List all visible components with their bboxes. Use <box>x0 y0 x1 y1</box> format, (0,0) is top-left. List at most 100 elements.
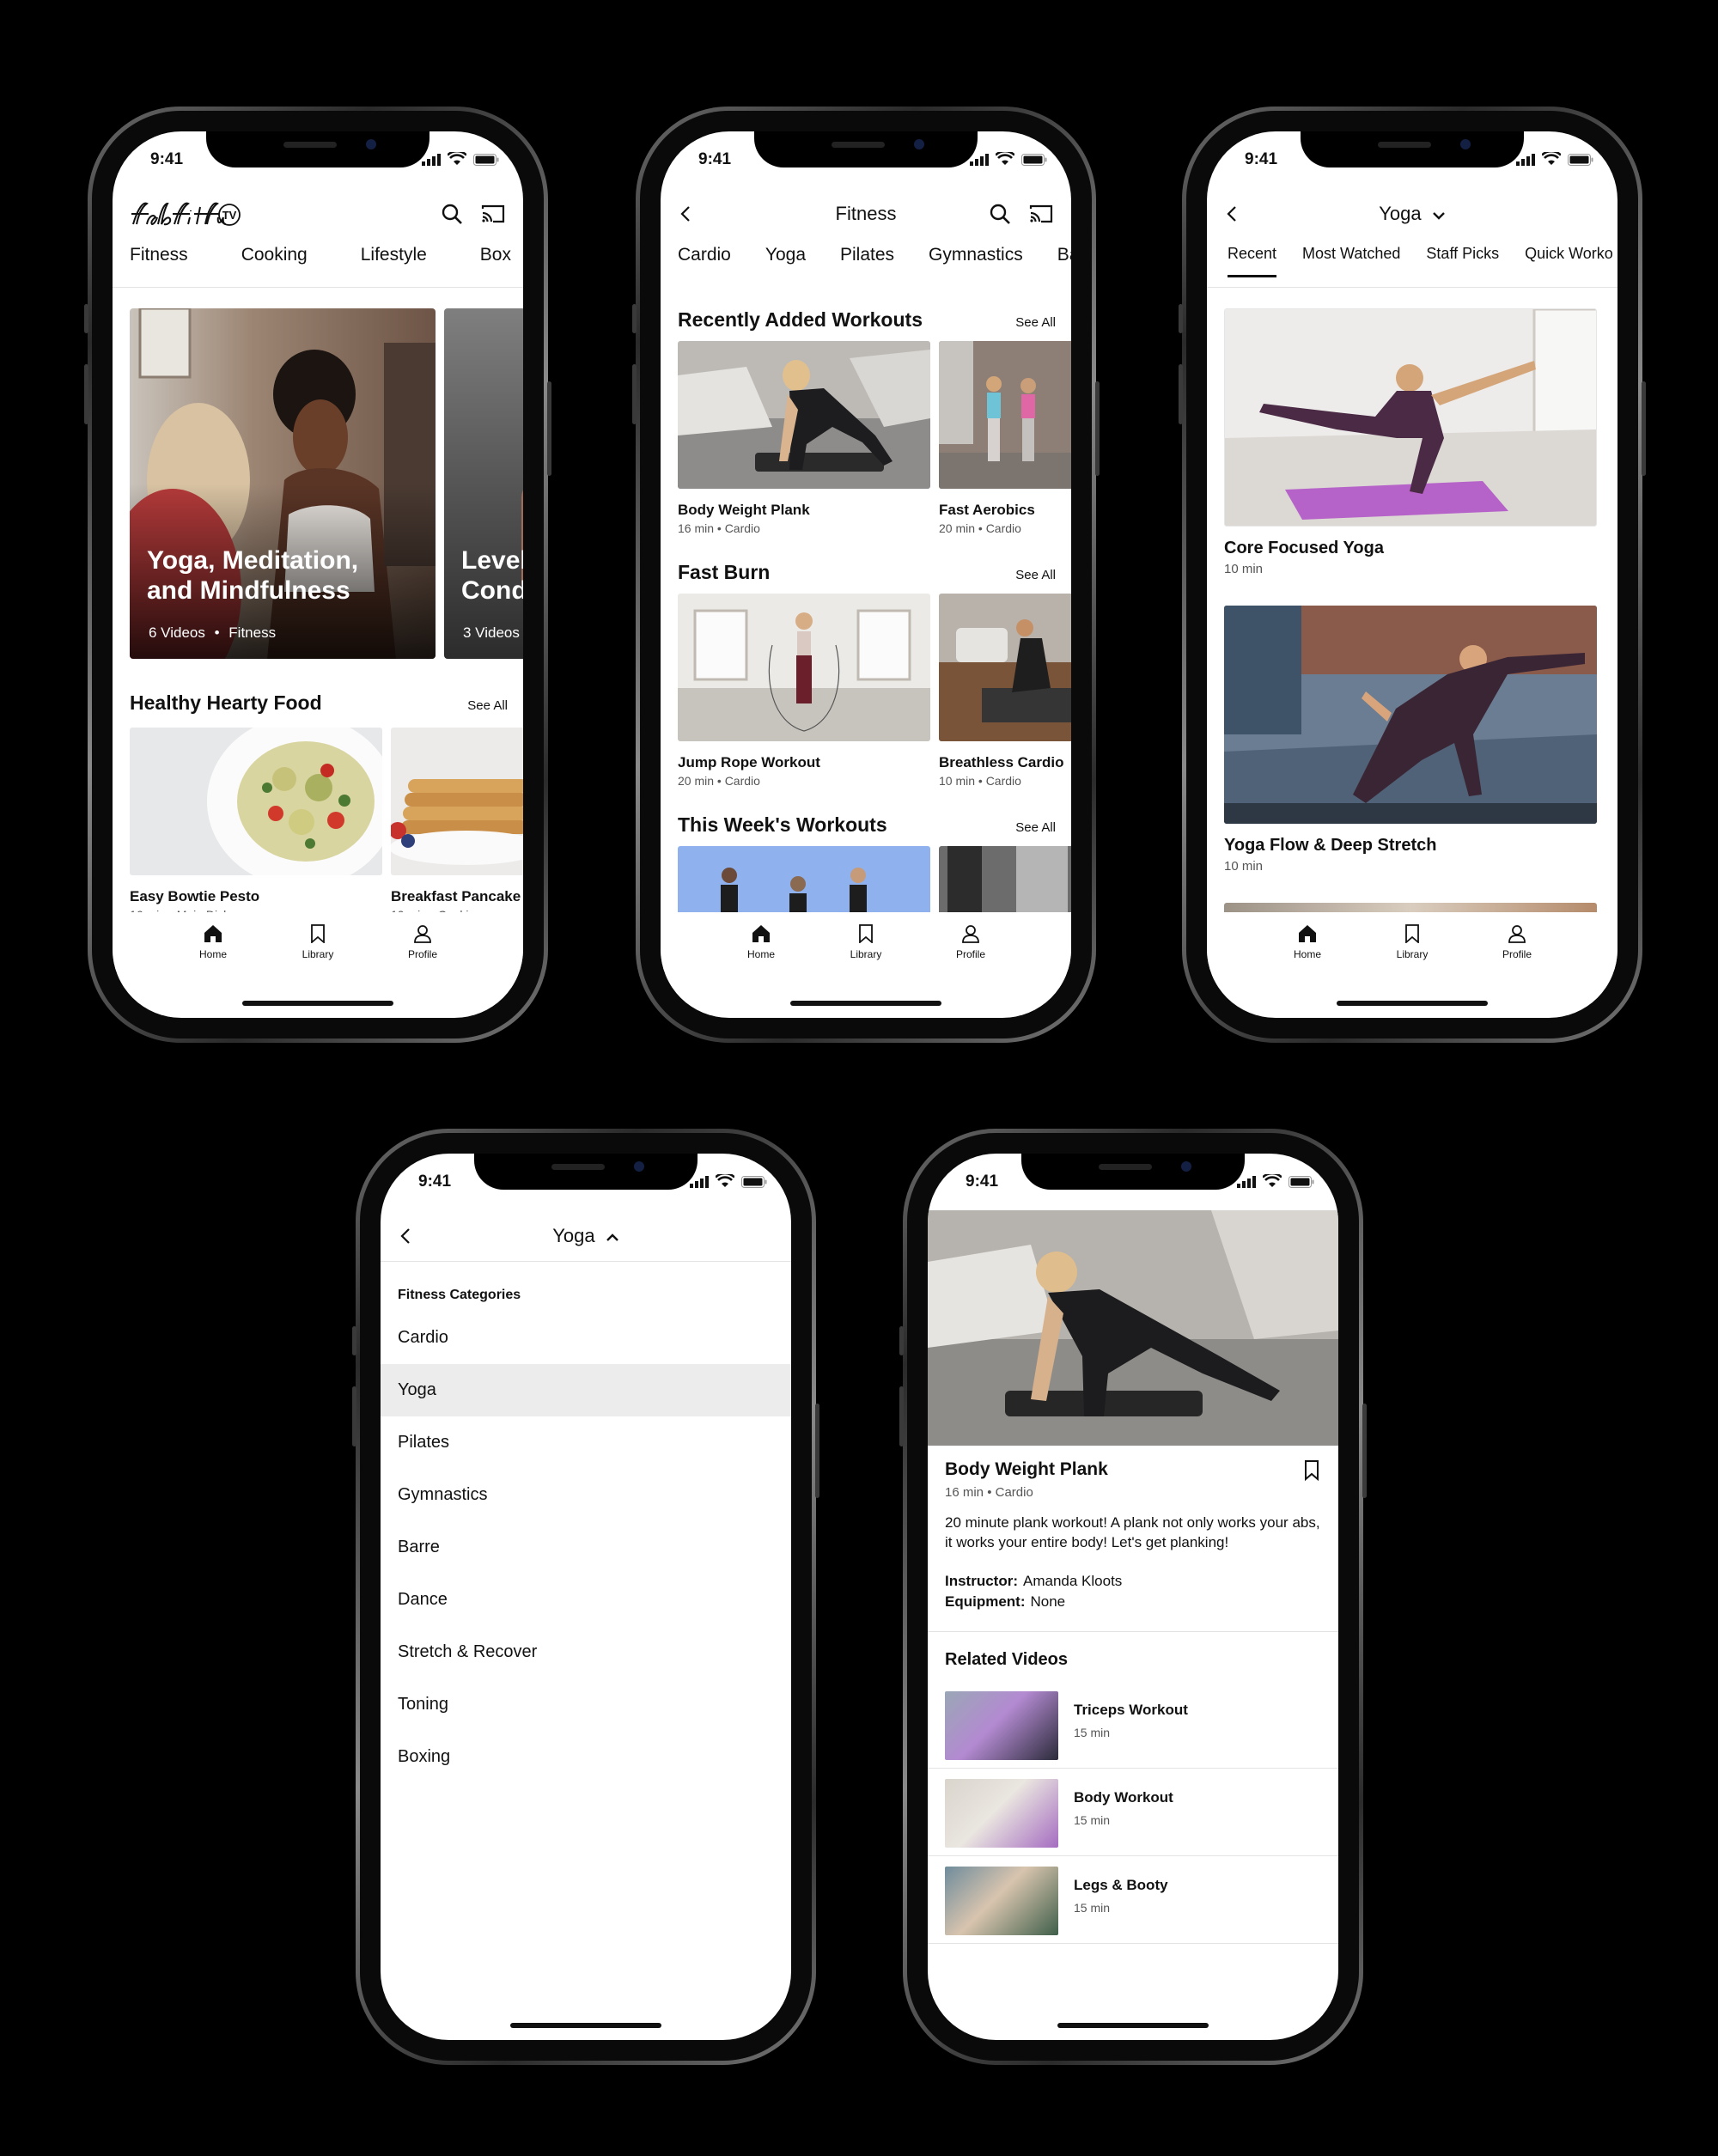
tab-home[interactable]: Home <box>1277 924 1337 960</box>
jump-rope-image <box>678 594 930 741</box>
hero-category: Fitness <box>228 624 277 641</box>
status-time: 9:41 <box>966 1172 999 1191</box>
workout-card-row: Jump Rope Workout 20 min • Cardio Breath… <box>678 594 1071 788</box>
bookmark-icon[interactable] <box>1299 1458 1325 1483</box>
category-item[interactable]: Cardio <box>381 1312 791 1364</box>
signal-icon <box>1237 1176 1256 1188</box>
category-item[interactable]: Toning <box>381 1678 791 1731</box>
tab-home-label: Home <box>746 948 775 960</box>
workout-card-row <box>678 846 1071 915</box>
section-header: Healthy Hearty Food See All <box>130 691 508 715</box>
tab-fitness[interactable]: Fitness <box>130 245 188 265</box>
video-card[interactable]: Easy Bowtie Pesto 16 min • Main Dish <box>130 728 382 922</box>
cast-icon[interactable] <box>480 201 506 227</box>
battery-icon <box>1288 1176 1314 1188</box>
tab-cardio[interactable]: Cardio <box>678 245 731 265</box>
video-card[interactable] <box>939 846 1071 915</box>
cast-icon[interactable] <box>1028 201 1054 227</box>
see-all-link[interactable]: See All <box>1015 820 1056 835</box>
bottom-tab-bar: Home Library Profile <box>1207 912 1617 1015</box>
section-header: Recently Added Workouts See All <box>678 308 1056 332</box>
see-all-link[interactable]: See All <box>1015 315 1056 330</box>
tab-gymnastics[interactable]: Gymnastics <box>929 245 1023 265</box>
bottom-tab-bar: Home Library Profile <box>661 912 1071 1015</box>
tab-profile[interactable]: Profile <box>941 924 1001 960</box>
category-tabs: Cardio Yoga Pilates Gymnastics Ba <box>661 245 1071 288</box>
video-title: Yoga Flow & Deep Stretch <box>1224 836 1437 855</box>
category-label: Toning <box>398 1695 448 1714</box>
tab-recent[interactable]: Recent <box>1228 245 1277 277</box>
tab-profile[interactable]: Profile <box>393 924 453 960</box>
plank-image <box>678 341 930 489</box>
home-indicator <box>242 1001 393 1006</box>
hero-video-count: 6 Videos <box>149 624 205 641</box>
video-card[interactable]: Breathless Cardio 10 min • Cardio <box>939 594 1071 788</box>
signal-icon <box>690 1176 709 1188</box>
related-title: Triceps Workout <box>1074 1702 1188 1718</box>
video-player[interactable] <box>928 1210 1338 1446</box>
tab-cooking[interactable]: Cooking <box>241 245 308 265</box>
tab-most-watched[interactable]: Most Watched <box>1302 245 1400 263</box>
hero-card-peek[interactable]: Level Cond 3 Videos <box>444 308 523 659</box>
category-item[interactable]: Dance <box>381 1574 791 1626</box>
home-icon <box>752 925 770 942</box>
video-card[interactable]: Body Weight Plank 16 min • Cardio <box>678 341 930 535</box>
video-card[interactable] <box>678 846 930 915</box>
related-video-item[interactable]: Body Workout 15 min <box>928 1769 1338 1856</box>
related-list: Triceps Workout 15 min Body Workout 15 min L… <box>928 1681 1338 1944</box>
related-meta: 15 min <box>1074 1726 1111 1739</box>
svg-text:TV: TV <box>222 209 237 222</box>
video-list-item[interactable]: Core Focused Yoga 10 min <box>1224 308 1597 576</box>
related-video-item[interactable]: Triceps Workout 15 min <box>928 1681 1338 1769</box>
video-card[interactable]: Jump Rope Workout 20 min • Cardio <box>678 594 930 788</box>
card-meta: 20 min • Cardio <box>678 774 760 788</box>
category-item[interactable]: Pilates <box>381 1416 791 1469</box>
pancake-image <box>391 728 523 875</box>
see-all-link[interactable]: See All <box>1015 568 1056 582</box>
category-item[interactable]: Stretch & Recover <box>381 1626 791 1678</box>
category-dropdown[interactable]: Yoga <box>1207 203 1617 225</box>
tab-library[interactable]: Library <box>288 924 348 960</box>
tab-profile[interactable]: Profile <box>1487 924 1547 960</box>
tab-home[interactable]: Home <box>183 924 243 960</box>
section-title: Healthy Hearty Food <box>130 691 322 714</box>
profile-icon <box>962 925 979 943</box>
see-all-link[interactable]: See All <box>467 698 508 713</box>
category-item[interactable]: Yoga <box>381 1364 791 1416</box>
tab-quick-workouts[interactable]: Quick Worko <box>1525 245 1613 263</box>
category-item[interactable]: Gymnastics <box>381 1469 791 1521</box>
category-item[interactable]: Barre <box>381 1521 791 1574</box>
video-card[interactable]: Fast Aerobics 20 min • Cardio <box>939 341 1071 535</box>
card-title: Breakfast Pancake <box>391 888 521 904</box>
week-workout-image <box>678 846 930 915</box>
profile-icon <box>1508 925 1526 943</box>
tab-staff-picks[interactable]: Staff Picks <box>1426 245 1499 263</box>
card-title: Fast Aerobics <box>939 502 1035 518</box>
status-time: 9:41 <box>698 150 732 168</box>
category-dropdown[interactable]: Yoga <box>381 1225 791 1247</box>
week-workout-image <box>939 846 1071 915</box>
status-time: 9:41 <box>1245 150 1278 168</box>
video-card[interactable]: Breakfast Pancake 10 min • Cooking <box>391 728 523 922</box>
tab-yoga[interactable]: Yoga <box>765 245 806 265</box>
tab-home[interactable]: Home <box>731 924 791 960</box>
tab-library[interactable]: Library <box>1382 924 1442 960</box>
tab-box[interactable]: Box <box>480 245 511 265</box>
hero-card[interactable]: Yoga, Meditation, and Mindfulness 6 Vide… <box>130 308 436 659</box>
tab-library[interactable]: Library <box>836 924 896 960</box>
bookmark-icon <box>311 924 325 943</box>
category-item[interactable]: Boxing <box>381 1731 791 1783</box>
video-list-item[interactable]: Yoga Flow & Deep Stretch 10 min <box>1224 606 1597 874</box>
search-icon[interactable] <box>439 201 465 227</box>
search-icon[interactable] <box>987 201 1013 227</box>
related-video-item[interactable]: Legs & Booty 15 min <box>928 1856 1338 1944</box>
tab-lifestyle[interactable]: Lifestyle <box>361 245 427 265</box>
tab-barre[interactable]: Ba <box>1057 245 1071 265</box>
section-title: This Week's Workouts <box>678 813 887 836</box>
section-header: This Week's Workouts See All <box>678 813 1056 837</box>
tab-pilates[interactable]: Pilates <box>840 245 894 265</box>
workout-card-row: Body Weight Plank 16 min • Cardio Fast A… <box>678 341 1071 535</box>
related-thumbnail <box>945 1779 1058 1848</box>
video-title: Core Focused Yoga <box>1224 539 1384 557</box>
signal-icon <box>1516 154 1535 166</box>
